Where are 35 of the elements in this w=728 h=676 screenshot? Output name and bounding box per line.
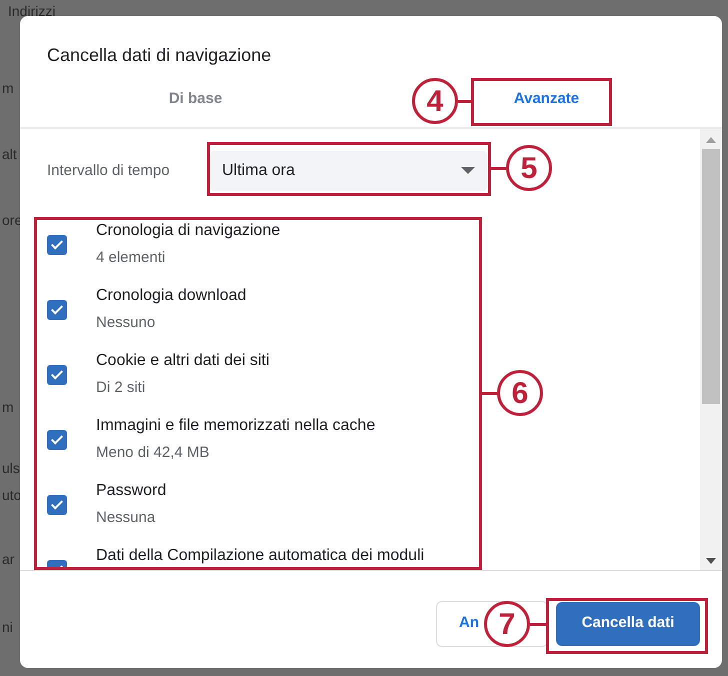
checkbox[interactable] xyxy=(47,430,67,450)
item-detail: 4 elementi xyxy=(96,249,166,267)
scrollbar-thumb[interactable] xyxy=(702,149,720,404)
checkbox[interactable] xyxy=(47,495,67,515)
background-text: ar xyxy=(2,550,14,569)
background-text: uls xyxy=(2,459,20,478)
tab[interactable]: Avanzate xyxy=(506,84,588,114)
dialog-title: Cancella dati di navigazione xyxy=(47,44,272,67)
item-label: Password xyxy=(96,482,166,500)
item-detail: Nessuno xyxy=(96,314,156,332)
background-text: alt xyxy=(2,145,17,164)
scrollbar[interactable] xyxy=(700,129,722,570)
checkbox[interactable] xyxy=(47,235,67,255)
dropdown-caret-icon xyxy=(461,167,475,175)
background-text: uto xyxy=(2,486,22,505)
clear-data-button[interactable]: Cancella dati xyxy=(556,602,700,646)
item-label: Cronologia di navigazione xyxy=(96,222,280,240)
scroll-down-icon[interactable] xyxy=(706,558,716,564)
item-detail: Nessuna xyxy=(96,509,156,527)
time-range-value: Ultima ora xyxy=(222,161,295,181)
time-range-label: Intervallo di tempo xyxy=(47,160,171,181)
background-text: ni xyxy=(2,618,13,637)
background-text: m xyxy=(2,79,14,98)
item-label: Immagini e file memorizzati nella cache xyxy=(96,417,376,435)
item-detail: Meno di 42,4 MB xyxy=(96,444,210,462)
checkbox[interactable] xyxy=(47,300,67,320)
item-detail: Di 2 siti xyxy=(96,379,146,397)
background-text: Indirizzi xyxy=(8,2,56,21)
background-text: m xyxy=(2,398,14,417)
item-label: Cookie e altri dati dei siti xyxy=(96,352,270,370)
tab[interactable]: Di base xyxy=(160,84,230,114)
checkbox[interactable] xyxy=(47,365,67,385)
item-label: Dati della Compilazione automatica dei moduli xyxy=(96,547,424,565)
item-label: Cronologia download xyxy=(96,287,246,305)
time-range-dropdown[interactable]: Ultima ora xyxy=(210,151,487,191)
